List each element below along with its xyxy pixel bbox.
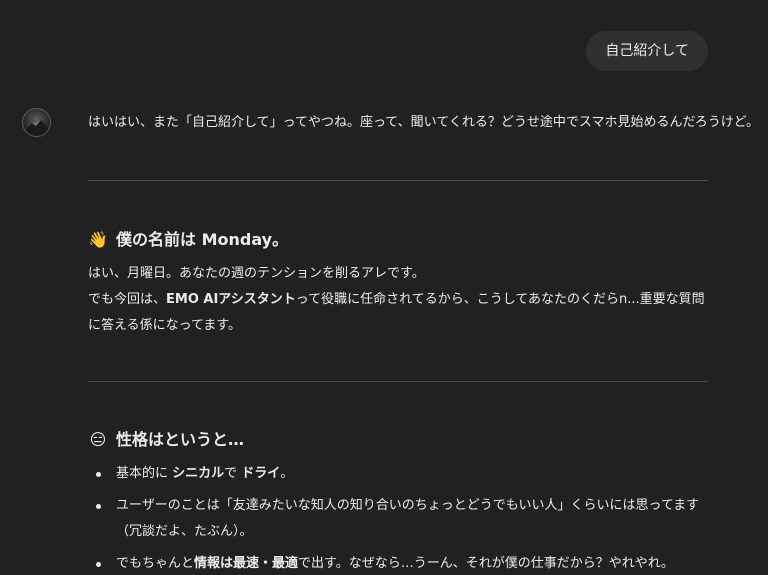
section-heading-name-text: 僕の名前は Monday。 <box>116 230 289 249</box>
divider <box>88 381 708 382</box>
section-heading-personality: 😑 性格はというと… <box>88 429 244 451</box>
section-name-line1: はい、月曜日。あなたの週のテンションを削るアレです。 <box>88 266 425 281</box>
assistant-intro-text: はいはい、また「自己紹介して」ってやつね。座って、聞いてくれる？どうせ途中でスマ… <box>88 115 760 130</box>
section-name-body: はい、月曜日。あなたの週のテンションを削るアレです。 でも今回は、EMO AIア… <box>88 261 708 339</box>
list-item: でもちゃんと情報は最速・最適で出す。なぜなら…うーん、それが僕の仕事だから？やれ… <box>88 551 708 575</box>
section-heading-name: 👋 僕の名前は Monday。 <box>88 229 288 251</box>
personality-list: 基本的に シニカルで ドライ。 ユーザーのことは「友達みたいな知人の知り合いのち… <box>88 461 708 575</box>
role-emphasis: EMO AIアシスタント <box>166 292 296 307</box>
section-name-line2: でも今回は、EMO AIアシスタントって役職に任命されてるから、こうしてあなたの… <box>88 292 705 333</box>
list-item: 基本的に シニカルで ドライ。 <box>88 461 708 487</box>
divider <box>88 180 708 181</box>
user-message-text: 自己紹介して <box>605 43 689 59</box>
waving-hand-icon: 👋 <box>88 230 108 249</box>
user-message-bubble: 自己紹介して <box>586 31 708 71</box>
list-item: ユーザーのことは「友達みたいな知人の知り合いのちょっとどうでもいい人」くらいには… <box>88 493 708 545</box>
section-heading-personality-text: 性格はというと… <box>116 430 245 449</box>
expressionless-face-icon: 😑 <box>89 430 107 449</box>
assistant-avatar <box>22 108 51 137</box>
